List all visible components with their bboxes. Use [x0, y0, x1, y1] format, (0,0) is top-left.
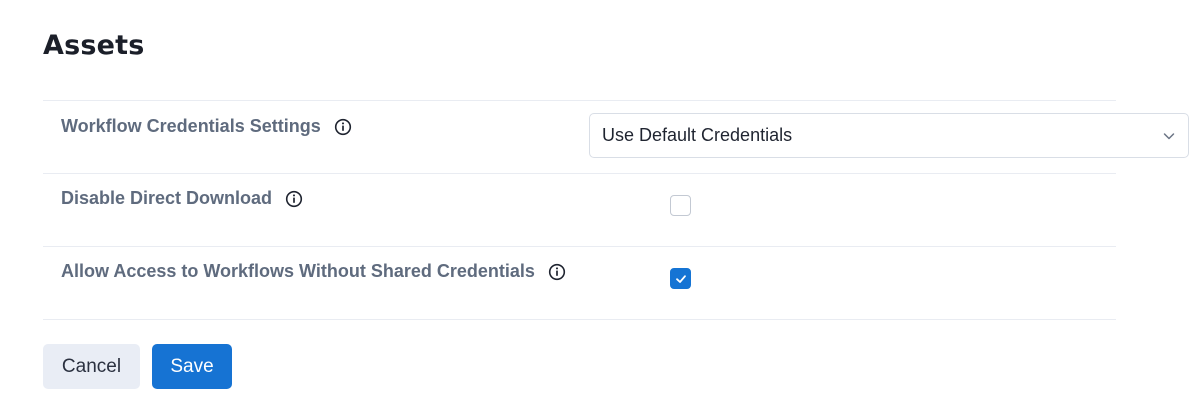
workflow-credentials-label: Workflow Credentials Settings: [61, 116, 321, 136]
divider: [43, 319, 1116, 320]
page-title: Assets: [43, 30, 145, 61]
divider: [43, 173, 1116, 174]
divider: [43, 246, 1116, 247]
cancel-button[interactable]: Cancel: [43, 344, 140, 389]
info-icon[interactable]: [548, 263, 566, 281]
checkmark-icon: [675, 274, 686, 283]
workflow-credentials-setting: Workflow Credentials Settings: [61, 116, 352, 137]
disable-direct-download-checkbox[interactable]: [670, 195, 691, 216]
allow-access-label: Allow Access to Workflows Without Shared…: [61, 261, 535, 281]
divider: [43, 100, 1116, 101]
disable-direct-download-label: Disable Direct Download: [61, 188, 273, 208]
info-icon[interactable]: [285, 190, 303, 208]
save-button[interactable]: Save: [152, 344, 232, 389]
workflow-credentials-select[interactable]: Use Default Credentials: [589, 113, 1189, 158]
allow-access-setting: Allow Access to Workflows Without Shared…: [61, 261, 566, 282]
chevron-down-icon: [1162, 129, 1176, 143]
workflow-credentials-selected-value: Use Default Credentials: [602, 125, 793, 145]
allow-access-checkbox[interactable]: [670, 268, 691, 289]
info-icon[interactable]: [334, 118, 352, 136]
disable-direct-download-setting: Disable Direct Download: [61, 188, 303, 209]
settings-page: Assets Workflow Credentials Settings Use…: [0, 0, 1195, 420]
